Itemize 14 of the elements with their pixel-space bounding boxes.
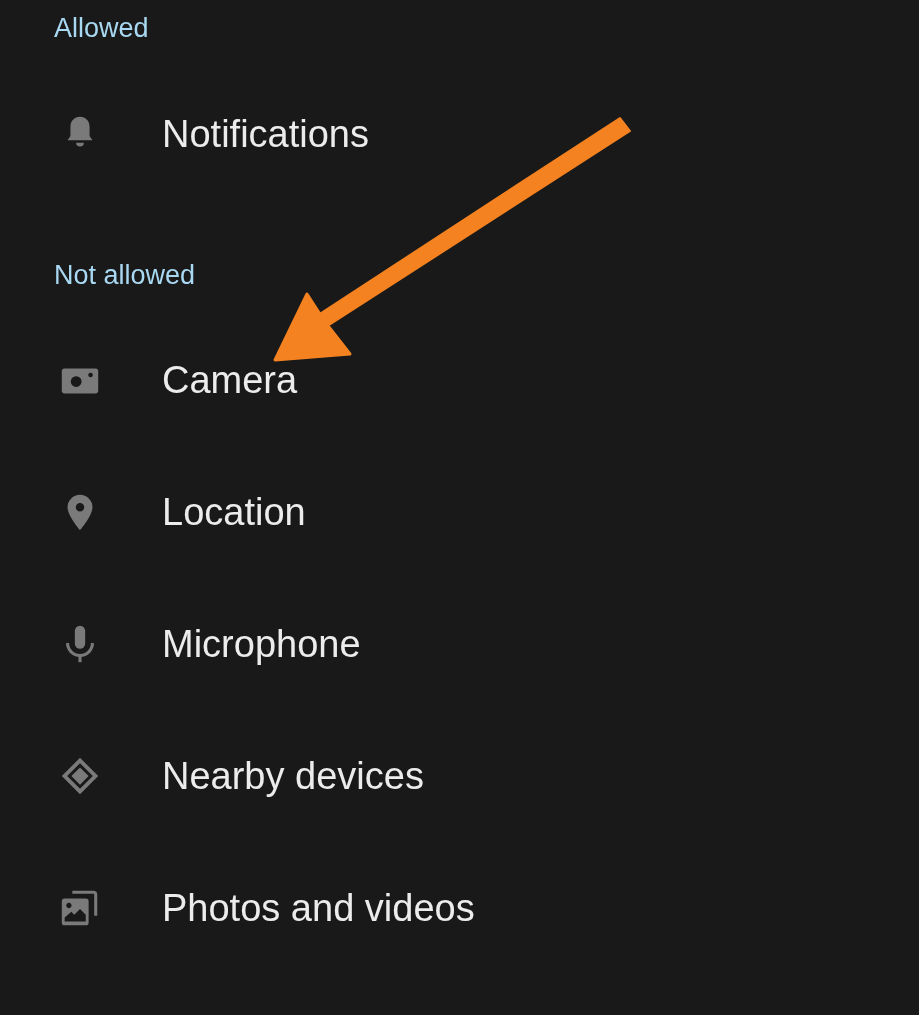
section-header: Allowed <box>53 12 150 45</box>
permission-item[interactable]: Location <box>0 446 919 578</box>
permission-item[interactable]: Camera <box>0 314 919 446</box>
permission-item[interactable]: Notifications <box>0 68 919 200</box>
permission-label: Camera <box>162 358 298 402</box>
permission-label: Photos and videos <box>162 886 475 930</box>
permission-item[interactable]: Nearby devices <box>0 710 919 842</box>
permission-item[interactable]: Photos and videos <box>0 842 919 974</box>
permission-label: Microphone <box>162 622 361 666</box>
permission-item[interactable]: Microphone <box>0 578 919 710</box>
permission-label: Notifications <box>162 112 369 156</box>
permission-label: Location <box>162 490 306 534</box>
permission-label: Nearby devices <box>162 754 424 798</box>
section-header: Not allowed <box>53 259 197 292</box>
